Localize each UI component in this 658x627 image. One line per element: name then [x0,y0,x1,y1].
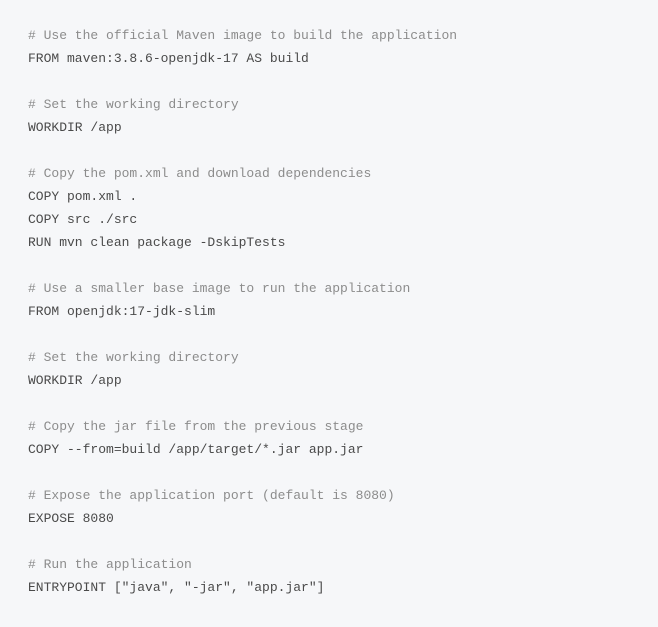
code-line: WORKDIR /app [28,373,122,388]
code-line: ENTRYPOINT ["java", "-jar", "app.jar"] [28,580,324,595]
code-line: EXPOSE 8080 [28,511,114,526]
code-line: FROM openjdk:17-jdk-slim [28,304,215,319]
code-line: WORKDIR /app [28,120,122,135]
code-line: # Copy the pom.xml and download dependen… [28,166,371,181]
code-line: # Set the working directory [28,97,239,112]
code-line: # Use a smaller base image to run the ap… [28,281,410,296]
dockerfile-code-block: # Use the official Maven image to build … [28,24,630,599]
code-line: FROM maven:3.8.6-openjdk-17 AS build [28,51,309,66]
code-line: # Expose the application port (default i… [28,488,395,503]
code-line: # Set the working directory [28,350,239,365]
code-line: RUN mvn clean package -DskipTests [28,235,285,250]
code-line: # Use the official Maven image to build … [28,28,457,43]
code-line: # Copy the jar file from the previous st… [28,419,363,434]
code-line: COPY pom.xml . [28,189,137,204]
code-line: # Run the application [28,557,192,572]
code-line: COPY --from=build /app/target/*.jar app.… [28,442,363,457]
code-line: COPY src ./src [28,212,137,227]
